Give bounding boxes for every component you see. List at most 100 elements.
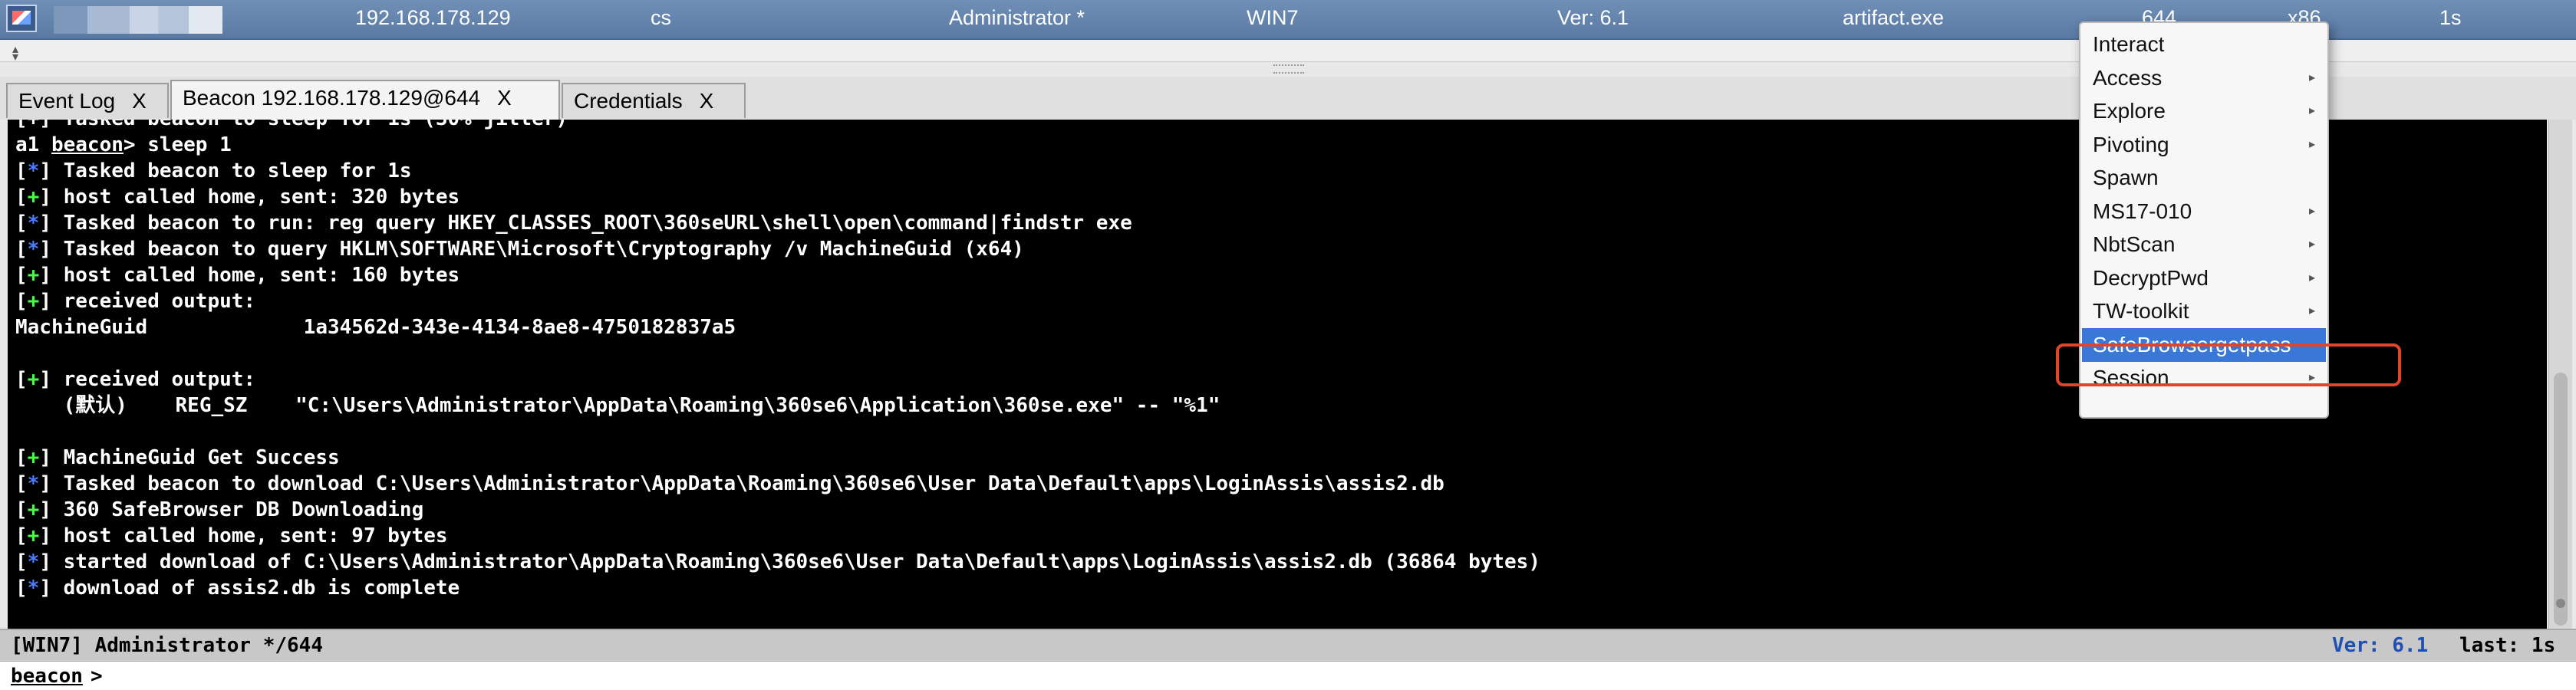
session-process: artifact.exe <box>1843 6 1945 29</box>
session-user: Administrator * <box>949 6 1085 29</box>
console-line-text: MachineGuid 1a34562d-343e-4134-8ae8-4750… <box>15 316 736 339</box>
tab-label: Event Log <box>18 89 116 113</box>
console-line: [*] Tasked beacon to sleep for 1s <box>15 159 412 182</box>
success-marker: + <box>27 290 40 313</box>
session-listener: cs <box>651 6 671 29</box>
menu-item-decryptpwd[interactable]: DecryptPwd ▸ <box>2082 261 2326 295</box>
menu-item-spawn[interactable]: Spawn <box>2082 161 2326 195</box>
console-line: [+] host called home, sent: 320 bytes <box>15 186 460 209</box>
tab-event-log[interactable]: Event Log X <box>6 83 169 118</box>
scrollbar-thumb[interactable] <box>2554 373 2568 626</box>
menu-item-label: Pivoting <box>2093 132 2169 156</box>
tab-label: Beacon 192.168.178.129@644 <box>183 86 481 110</box>
status-session-info: [WIN7] Administrator */644 <box>11 634 323 657</box>
tab-credentials[interactable]: Credentials X <box>562 83 746 118</box>
submenu-arrow-icon: ▸ <box>2308 304 2315 317</box>
console-line: [+] host called home, sent: 97 bytes <box>15 524 448 547</box>
menu-item-label: Interact <box>2093 32 2165 56</box>
prompt-symbol: > <box>91 665 103 688</box>
tab-close-icon[interactable]: X <box>132 89 147 113</box>
console-line-text: received output: <box>63 368 256 391</box>
tab-close-icon[interactable]: X <box>497 86 512 110</box>
session-computer: WIN7 <box>1247 6 1299 29</box>
menu-item-nbtscan[interactable]: NbtScan ▸ <box>2082 228 2326 261</box>
beacon-session-icon <box>6 5 37 32</box>
tab-beacon[interactable]: Beacon 192.168.178.129@644 X <box>170 80 560 120</box>
console-line: [+] 360 SafeBrowser DB Downloading <box>15 498 424 521</box>
console-line-text: received output: <box>63 290 256 313</box>
menu-item-tw-toolkit[interactable]: TW-toolkit ▸ <box>2082 294 2326 328</box>
beacon-status-bar: [WIN7] Administrator */644 Ver: 6.1 last… <box>0 629 2576 661</box>
console-line-text: Tasked beacon to query HKLM\SOFTWARE\Mic… <box>63 238 1024 261</box>
submenu-arrow-icon: ▸ <box>2308 137 2315 151</box>
cobalt-strike-window: 192.168.178.129 cs Administrator * WIN7 … <box>0 0 2576 690</box>
console-line: [+] MachineGuid Get Success <box>15 446 340 469</box>
submenu-arrow-icon: ▸ <box>2308 104 2315 117</box>
console-line-text: host called home, sent: 97 bytes <box>63 524 448 547</box>
console-line-text: Tasked beacon to download C:\Users\Admin… <box>63 472 1444 495</box>
task-marker: * <box>27 238 40 261</box>
task-marker: * <box>27 212 40 235</box>
console-line-text: Tasked beacon to run: reg query HKEY_CLA… <box>63 212 1132 235</box>
menu-item-label: Explore <box>2093 99 2166 123</box>
beacon-prompt: beacon <box>11 665 83 688</box>
menu-item-label: DecryptPwd <box>2093 265 2209 290</box>
console-scrollbar[interactable] <box>2548 120 2572 629</box>
splitter-handle[interactable] <box>1273 64 1304 74</box>
console-line-text: a1 beacon> sleep 1 <box>15 133 232 156</box>
console-line: MachineGuid 1a34562d-343e-4134-8ae8-4750… <box>15 314 736 340</box>
menu-item-label: NbtScan <box>2093 232 2176 256</box>
console-line-text: download of assis2.db is complete <box>63 577 460 600</box>
collapse-arrows-icon[interactable]: ▴ ▾ <box>12 44 18 64</box>
tab-label: Credentials <box>574 89 683 113</box>
console-line: [*] Tasked beacon to query HKLM\SOFTWARE… <box>15 238 1024 261</box>
console-line: [*] Tasked beacon to run: reg query HKEY… <box>15 212 1132 235</box>
task-marker: * <box>27 159 40 182</box>
console-line-text: host called home, sent: 320 bytes <box>63 186 460 209</box>
menu-item-explore[interactable]: Explore ▸ <box>2082 94 2326 128</box>
success-marker: + <box>27 264 40 287</box>
success-marker: + <box>27 368 40 391</box>
session-version: Ver: 6.1 <box>1557 6 1629 29</box>
success-marker: + <box>27 446 40 469</box>
console-line: [+] received output: <box>15 368 256 391</box>
status-version: Ver: 6.1 <box>2332 634 2429 657</box>
console-line-text: host called home, sent: 160 bytes <box>63 264 460 287</box>
tab-close-icon[interactable]: X <box>700 89 714 113</box>
success-marker: + <box>27 498 40 521</box>
console-line: [+] received output: <box>15 290 256 313</box>
console-line-truncated: [+] Tasked beacon to sleep for 1s (30% j… <box>15 120 568 132</box>
console-line: (默认) REG_SZ "C:\Users\Administrator\AppD… <box>15 393 1220 419</box>
status-last-checkin: last: 1s <box>2459 634 2556 657</box>
task-marker: * <box>27 577 40 600</box>
success-marker: + <box>27 186 40 209</box>
console-line-text: 360 SafeBrowser DB Downloading <box>63 498 424 521</box>
submenu-arrow-icon: ▸ <box>2308 271 2315 284</box>
menu-item-pivoting[interactable]: Pivoting ▸ <box>2082 128 2326 162</box>
console-line: [+] host called home, sent: 160 bytes <box>15 264 460 287</box>
menu-item-access[interactable]: Access ▸ <box>2082 61 2326 95</box>
console-line-text: started download of C:\Users\Administrat… <box>63 550 1540 573</box>
submenu-arrow-icon: ▸ <box>2308 238 2315 251</box>
redacted-internal-ip <box>54 6 222 34</box>
session-last: 1s <box>2439 6 2462 29</box>
console-line-text: Tasked beacon to sleep for 1s <box>63 159 412 182</box>
session-external-ip: 192.168.178.129 <box>355 6 511 29</box>
console-line: [*] started download of C:\Users\Adminis… <box>15 550 1540 573</box>
highlight-annotation <box>2056 343 2401 386</box>
success-marker: + <box>27 524 40 547</box>
task-marker: * <box>27 550 40 573</box>
task-marker: * <box>27 472 40 495</box>
menu-item-ms17-010[interactable]: MS17-010 ▸ <box>2082 195 2326 228</box>
console-line-text: MachineGuid Get Success <box>63 446 340 469</box>
menu-item-label: TW-toolkit <box>2093 299 2189 323</box>
submenu-arrow-icon: ▸ <box>2308 71 2315 84</box>
menu-item-label: Spawn <box>2093 166 2159 189</box>
console-line: a1 beacon> sleep 1 <box>15 132 232 158</box>
menu-item-label: Access <box>2093 65 2163 90</box>
scrollbar-knob-icon <box>2556 599 2565 608</box>
console-line: [*] download of assis2.db is complete <box>15 577 460 600</box>
command-line: beacon > <box>0 661 2576 690</box>
command-input[interactable] <box>115 663 2558 689</box>
menu-item-interact[interactable]: Interact <box>2082 28 2326 61</box>
